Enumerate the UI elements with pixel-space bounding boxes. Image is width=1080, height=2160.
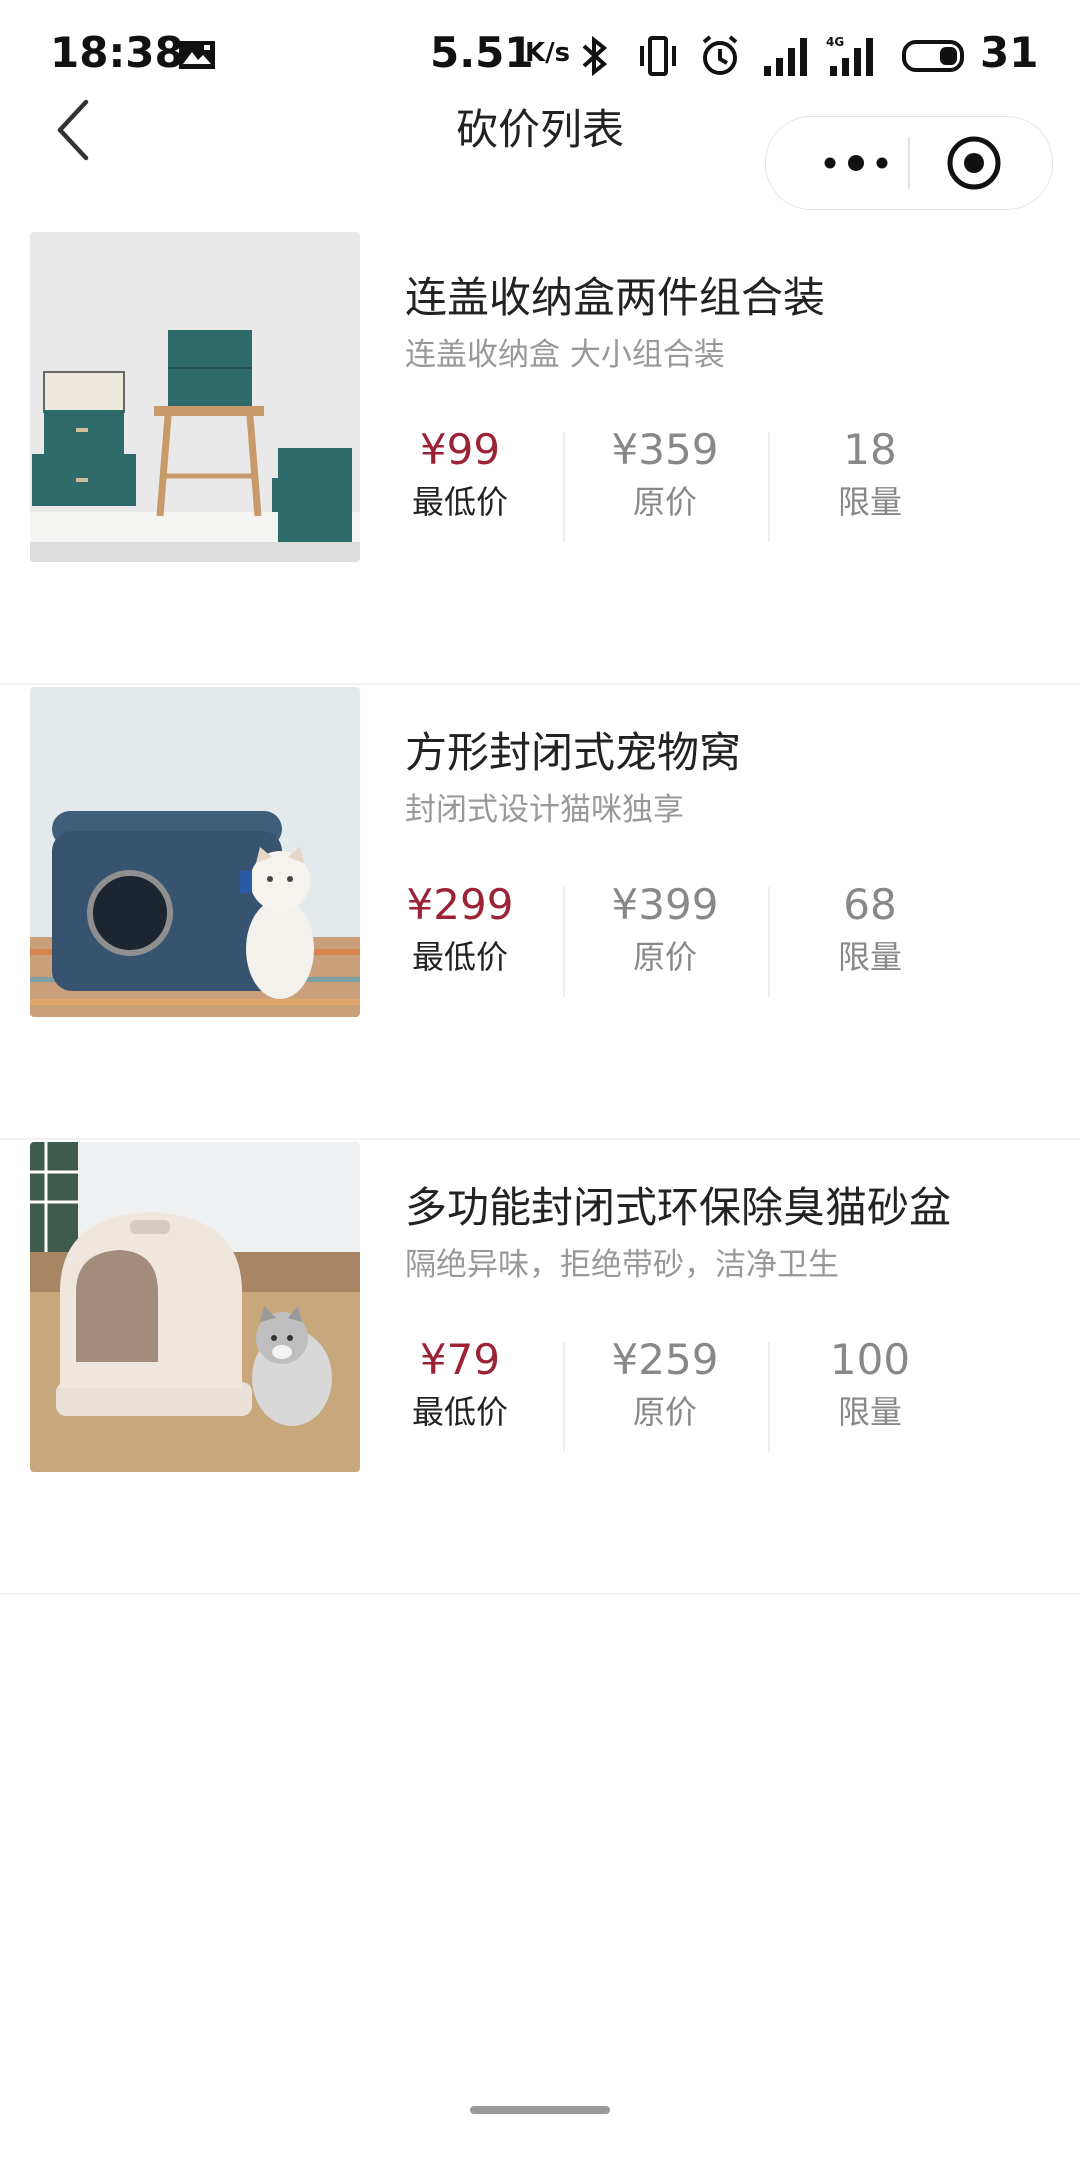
price-stats: ¥79 最低价 ¥259 原价 100 限量 [360, 1330, 1040, 1452]
net-unit: K/s [525, 38, 571, 68]
lowest-price: ¥299 最低价 [360, 875, 560, 979]
more-icon[interactable] [816, 143, 896, 183]
limit-quantity: 100 限量 [770, 1330, 970, 1434]
lowest-price-label: 最低价 [411, 483, 508, 521]
product-card[interactable]: 连盖收纳盒两件组合装 连盖收纳盒 大小组合装 ¥99 最低价 ¥359 原价 1… [0, 230, 1080, 685]
vibrate-icon [640, 36, 676, 76]
bluetooth-icon [582, 35, 608, 77]
capsule-divider [908, 137, 910, 189]
price-stats: ¥299 最低价 ¥399 原价 68 限量 [360, 875, 1040, 997]
limit-value: 18 [843, 425, 897, 474]
miniprogram-capsule [765, 116, 1053, 210]
net-speed: 5.51 [430, 28, 534, 77]
home-indicator[interactable] [470, 2106, 610, 2114]
limit-value: 68 [843, 880, 897, 929]
svg-text:4G: 4G [826, 35, 844, 49]
original-price-value: ¥259 [611, 1335, 719, 1384]
close-target-icon[interactable] [946, 135, 1002, 191]
bargain-list: 连盖收纳盒两件组合装 连盖收纳盒 大小组合装 ¥99 最低价 ¥359 原价 1… [0, 230, 1080, 1595]
lowest-price-value: ¥79 [419, 1335, 501, 1384]
image-icon [179, 41, 215, 69]
product-title: 方形封闭式宠物窝 [405, 728, 742, 777]
lowest-price-value: ¥299 [406, 880, 514, 929]
product-subtitle: 封闭式设计猫咪独享 [405, 792, 684, 828]
product-info: 连盖收纳盒两件组合装 连盖收纳盒 大小组合装 [405, 270, 1055, 376]
battery-icon [902, 40, 964, 72]
product-card[interactable]: 多功能封闭式环保除臭猫砂盆 隔绝异味，拒绝带砂，洁净卫生 ¥79 最低价 ¥25… [0, 1140, 1080, 1595]
price-stats: ¥99 最低价 ¥359 原价 18 限量 [360, 420, 1040, 542]
product-image-storage-boxes [30, 232, 360, 562]
original-price-value: ¥399 [611, 880, 719, 929]
original-price-value: ¥359 [611, 425, 719, 474]
lowest-price: ¥79 最低价 [360, 1330, 560, 1434]
product-image-litter-box [30, 1142, 360, 1472]
product-subtitle: 隔绝异味，拒绝带砂，洁净卫生 [405, 1247, 839, 1283]
status-time: 18:38 [50, 28, 184, 77]
limit-quantity: 68 限量 [770, 875, 970, 979]
limit-label: 限量 [837, 938, 902, 976]
original-price-label: 原价 [632, 1393, 697, 1431]
original-price-label: 原价 [632, 938, 697, 976]
signal-4g-icon: 4G [826, 35, 873, 76]
product-title: 多功能封闭式环保除臭猫砂盆 [405, 1183, 952, 1232]
limit-quantity: 18 限量 [770, 420, 970, 524]
lowest-price-label: 最低价 [411, 938, 508, 976]
original-price: ¥359 原价 [565, 420, 765, 524]
product-card[interactable]: 方形封闭式宠物窝 封闭式设计猫咪独享 ¥299 最低价 ¥399 原价 68 限… [0, 685, 1080, 1140]
alarm-icon [702, 35, 738, 75]
signal-icon [764, 38, 807, 76]
product-title: 连盖收纳盒两件组合装 [405, 273, 826, 322]
lowest-price-value: ¥99 [419, 425, 501, 474]
nav-bar: 砍价列表 [0, 80, 1080, 210]
original-price: ¥399 原价 [565, 875, 765, 979]
lowest-price-label: 最低价 [411, 1393, 508, 1431]
limit-label: 限量 [837, 1393, 902, 1431]
battery-percent: 31 [980, 28, 1039, 77]
product-info: 多功能封闭式环保除臭猫砂盆 隔绝异味，拒绝带砂，洁净卫生 [405, 1180, 1055, 1286]
limit-value: 100 [829, 1335, 911, 1384]
limit-label: 限量 [837, 483, 902, 521]
original-price-label: 原价 [632, 483, 697, 521]
lowest-price: ¥99 最低价 [360, 420, 560, 524]
product-subtitle: 连盖收纳盒 大小组合装 [405, 337, 725, 373]
product-image-pet-house [30, 687, 360, 1017]
product-info: 方形封闭式宠物窝 封闭式设计猫咪独享 [405, 725, 1055, 831]
original-price: ¥259 原价 [565, 1330, 765, 1434]
